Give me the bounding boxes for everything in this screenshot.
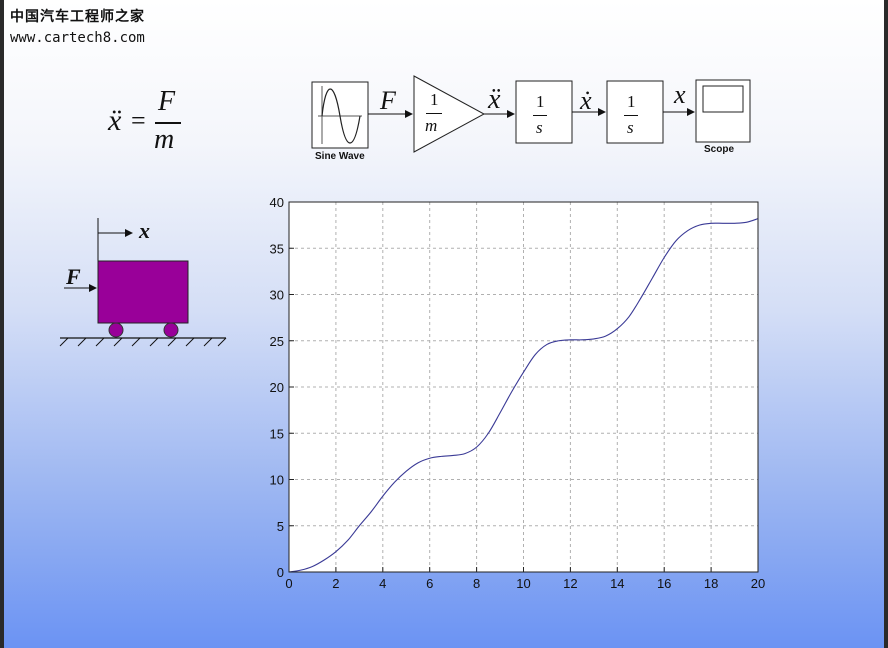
scope-label: Scope [704, 144, 735, 155]
signal-vel-label: ẋ [580, 86, 592, 115]
cart-wheel-left [108, 322, 124, 338]
y-tick-label: 0 [277, 565, 284, 580]
y-tick-label: 5 [277, 519, 284, 534]
ground-hatch [59, 337, 227, 347]
integrator-2-denominator: s [627, 118, 634, 137]
scope-screen-icon [702, 85, 744, 113]
integrator-2-numerator: 1 [627, 92, 636, 111]
x-tick-label: 4 [379, 576, 386, 591]
y-tick-label: 15 [270, 426, 284, 441]
y-tick-label: 30 [270, 288, 284, 303]
gain-fraction-bar [426, 113, 442, 114]
equation-equals: = [131, 106, 146, 135]
integrator-1-fraction-bar [533, 115, 547, 116]
equation-denominator: m [154, 124, 175, 155]
x-tick-label: 6 [426, 576, 433, 591]
cart-wheel-right [163, 322, 179, 338]
gain-numerator: 1 [430, 90, 439, 109]
y-tick-label: 40 [270, 195, 284, 210]
position-plot: 0 2 4 6 8 10 12 14 16 18 20 0 5 10 15 20 25 30 35 40 [270, 195, 766, 591]
integrator-1-block[interactable] [515, 80, 573, 144]
gain-denominator: m [425, 116, 438, 135]
block-diagram-graphics [311, 75, 751, 153]
equation-numerator: F [158, 86, 176, 117]
watermark-url: www.cartech8.com [10, 30, 145, 46]
x-tick-label: 16 [657, 576, 671, 591]
signal-pos-label: x [674, 80, 686, 109]
sine-wave-label: Sine Wave [315, 151, 365, 162]
x-tick-label: 10 [516, 576, 530, 591]
cart-body [97, 260, 189, 324]
y-tick-label: 20 [270, 380, 284, 395]
x-tick-label: 12 [563, 576, 577, 591]
gain-block[interactable] [413, 75, 486, 153]
integrator-2-block[interactable] [606, 80, 664, 144]
y-tick-label: 25 [270, 334, 284, 349]
x-tick-label: 8 [473, 576, 480, 591]
x-tick-label: 20 [751, 576, 765, 591]
x-tick-label: 18 [704, 576, 718, 591]
equation-lhs: ẍ [108, 104, 122, 137]
y-tick-label: 35 [270, 241, 284, 256]
signal-accel-label: ẍ [488, 84, 501, 115]
slide: 中国汽车工程师之家 www.cartech8.com ẍ = F m F ẍ ẋ… [4, 0, 884, 648]
y-tick-label: 10 [270, 473, 284, 488]
watermark-title: 中国汽车工程师之家 [10, 9, 145, 25]
signal-force-label: F [380, 86, 396, 115]
x-tick-label: 14 [610, 576, 624, 591]
cart-position-label: x [139, 218, 150, 243]
x-tick-label: 2 [332, 576, 339, 591]
integrator-1-numerator: 1 [536, 92, 545, 111]
x-tick-label: 0 [285, 576, 292, 591]
integrator-2-fraction-bar [624, 115, 638, 116]
integrator-1-denominator: s [536, 118, 543, 137]
cart-force-label: F [66, 264, 81, 289]
